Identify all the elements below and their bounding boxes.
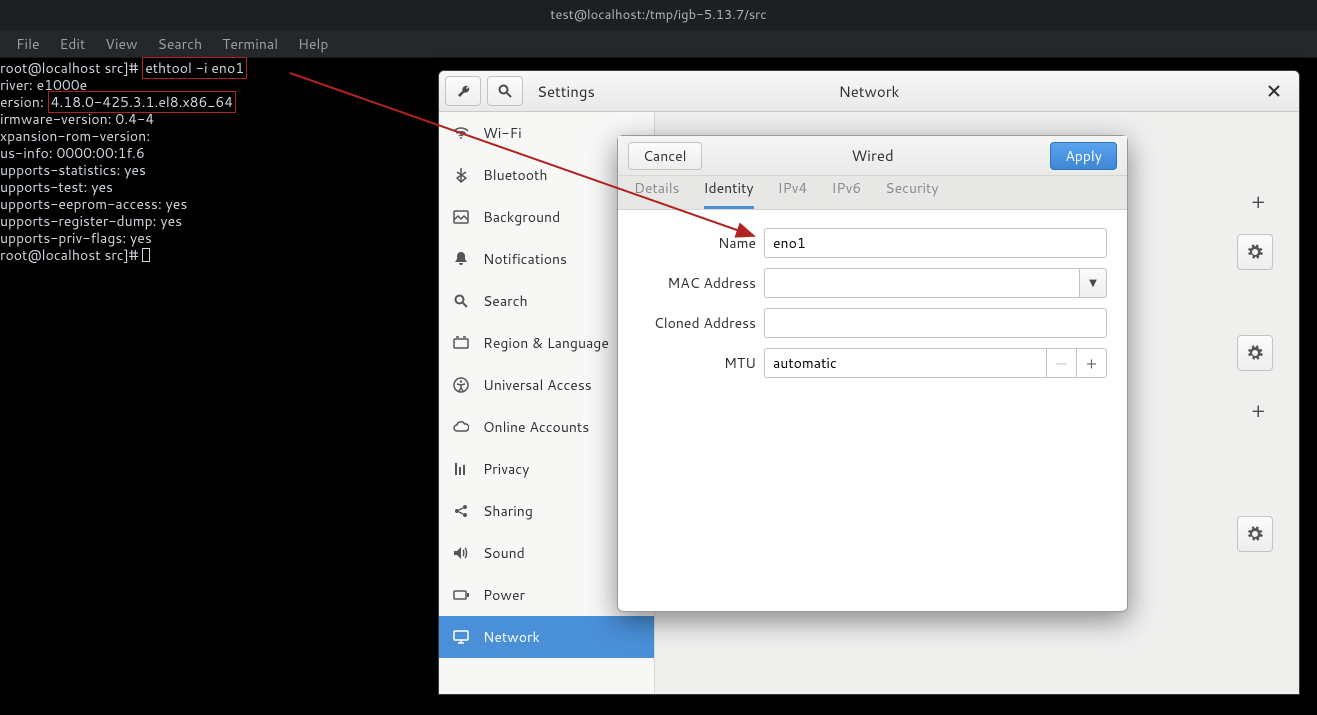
sidebar-item-label: Notifications xyxy=(483,249,567,269)
tab-identity[interactable]: Identity xyxy=(704,178,754,209)
network-icon xyxy=(453,629,469,645)
sidebar-item-label: Wi-Fi xyxy=(483,123,522,143)
add-connection-button[interactable]: + xyxy=(1251,188,1265,216)
search-icon xyxy=(453,293,469,309)
sidebar-item-label: Search xyxy=(483,291,528,311)
terminal-output-2: irmware-version: 0.4-4 xpansion-rom-vers… xyxy=(0,109,187,265)
mtu-decrement[interactable]: − xyxy=(1047,348,1077,378)
dialog-headerbar: Cancel Wired Apply xyxy=(618,136,1127,176)
wifi-icon xyxy=(453,125,469,141)
terminal-menubar: File Edit View Search Terminal Help xyxy=(0,30,1317,58)
sidebar-item-label: Privacy xyxy=(483,459,529,479)
tab-details[interactable]: Details xyxy=(634,178,680,209)
menu-edit[interactable]: Edit xyxy=(50,30,96,58)
gear-icon xyxy=(1247,345,1263,361)
mac-label: MAC Address xyxy=(638,273,756,293)
tab-security[interactable]: Security xyxy=(885,178,938,209)
menu-file[interactable]: File xyxy=(6,30,50,58)
window-title: test@localhost:/tmp/igb-5.13.7/src xyxy=(550,6,766,24)
gear-icon xyxy=(1247,244,1263,260)
wrench-icon xyxy=(455,83,471,99)
battery-icon xyxy=(453,587,469,603)
settings-search-button[interactable] xyxy=(487,76,523,106)
settings-back-button[interactable] xyxy=(445,76,481,106)
privacy-icon xyxy=(453,461,469,477)
sidebar-item-label: Power xyxy=(483,585,525,605)
menu-search[interactable]: Search xyxy=(148,30,213,58)
sidebar-item-label: Background xyxy=(483,207,560,227)
sidebar-item-label: Region & Language xyxy=(483,333,609,353)
name-label: Name xyxy=(638,233,756,253)
background-icon xyxy=(453,209,469,225)
speaker-icon xyxy=(453,545,469,561)
sidebar-item-label: Sharing xyxy=(483,501,533,521)
mtu-value[interactable]: automatic xyxy=(764,348,1047,378)
menu-terminal[interactable]: Terminal xyxy=(212,30,288,58)
tab-ipv6[interactable]: IPv6 xyxy=(831,178,861,209)
add-connection-button[interactable]: + xyxy=(1251,397,1265,425)
sidebar-item-label: Bluetooth xyxy=(483,165,547,185)
sidebar-item-label: Network xyxy=(483,627,540,647)
settings-headerbar: Settings Network xyxy=(439,71,1299,112)
cloud-icon xyxy=(453,419,469,435)
sidebar-item-network[interactable]: Network xyxy=(439,616,654,658)
dialog-tabs: Details Identity IPv4 IPv6 Security xyxy=(618,176,1127,210)
sidebar-item-label: Online Accounts xyxy=(483,417,589,437)
mtu-label: MTU xyxy=(638,353,756,373)
apply-button[interactable]: Apply xyxy=(1050,142,1117,170)
settings-title: Settings xyxy=(537,81,595,102)
menu-help[interactable]: Help xyxy=(288,30,338,58)
terminal-cursor xyxy=(142,248,150,262)
share-icon xyxy=(453,503,469,519)
connection-settings-button[interactable] xyxy=(1237,335,1273,371)
name-input[interactable] xyxy=(764,228,1107,258)
search-icon xyxy=(497,83,513,99)
cloned-label: Cloned Address xyxy=(638,313,756,333)
globe-icon xyxy=(453,335,469,351)
wired-connection-dialog: Cancel Wired Apply Details Identity IPv4… xyxy=(617,135,1128,612)
sidebar-item-label: Sound xyxy=(483,543,525,563)
connection-settings-button[interactable] xyxy=(1237,234,1273,270)
dialog-body: Name MAC Address ▼ Cloned Address MTU au… xyxy=(618,210,1127,408)
close-icon xyxy=(1267,84,1281,98)
menu-view[interactable]: View xyxy=(95,30,147,58)
sidebar-item-label: Universal Access xyxy=(483,375,592,395)
mac-address-combo[interactable]: ▼ xyxy=(764,268,1107,298)
accessibility-icon xyxy=(453,377,469,393)
cancel-button[interactable]: Cancel xyxy=(628,142,702,170)
mtu-spinbutton[interactable]: automatic − + xyxy=(764,348,1107,378)
gear-icon xyxy=(1247,526,1263,542)
mtu-increment[interactable]: + xyxy=(1077,348,1107,378)
window-titlebar: test@localhost:/tmp/igb-5.13.7/src xyxy=(0,0,1317,30)
bluetooth-icon xyxy=(453,167,469,183)
chevron-down-icon[interactable]: ▼ xyxy=(1079,268,1107,298)
connection-settings-button[interactable] xyxy=(1237,516,1273,552)
terminal-command-highlight: ethtool -i eno1 xyxy=(142,57,247,79)
tab-ipv4[interactable]: IPv4 xyxy=(778,178,808,209)
settings-close-button[interactable] xyxy=(1259,76,1289,106)
cloned-address-input[interactable] xyxy=(764,308,1107,338)
bell-icon xyxy=(453,251,469,267)
